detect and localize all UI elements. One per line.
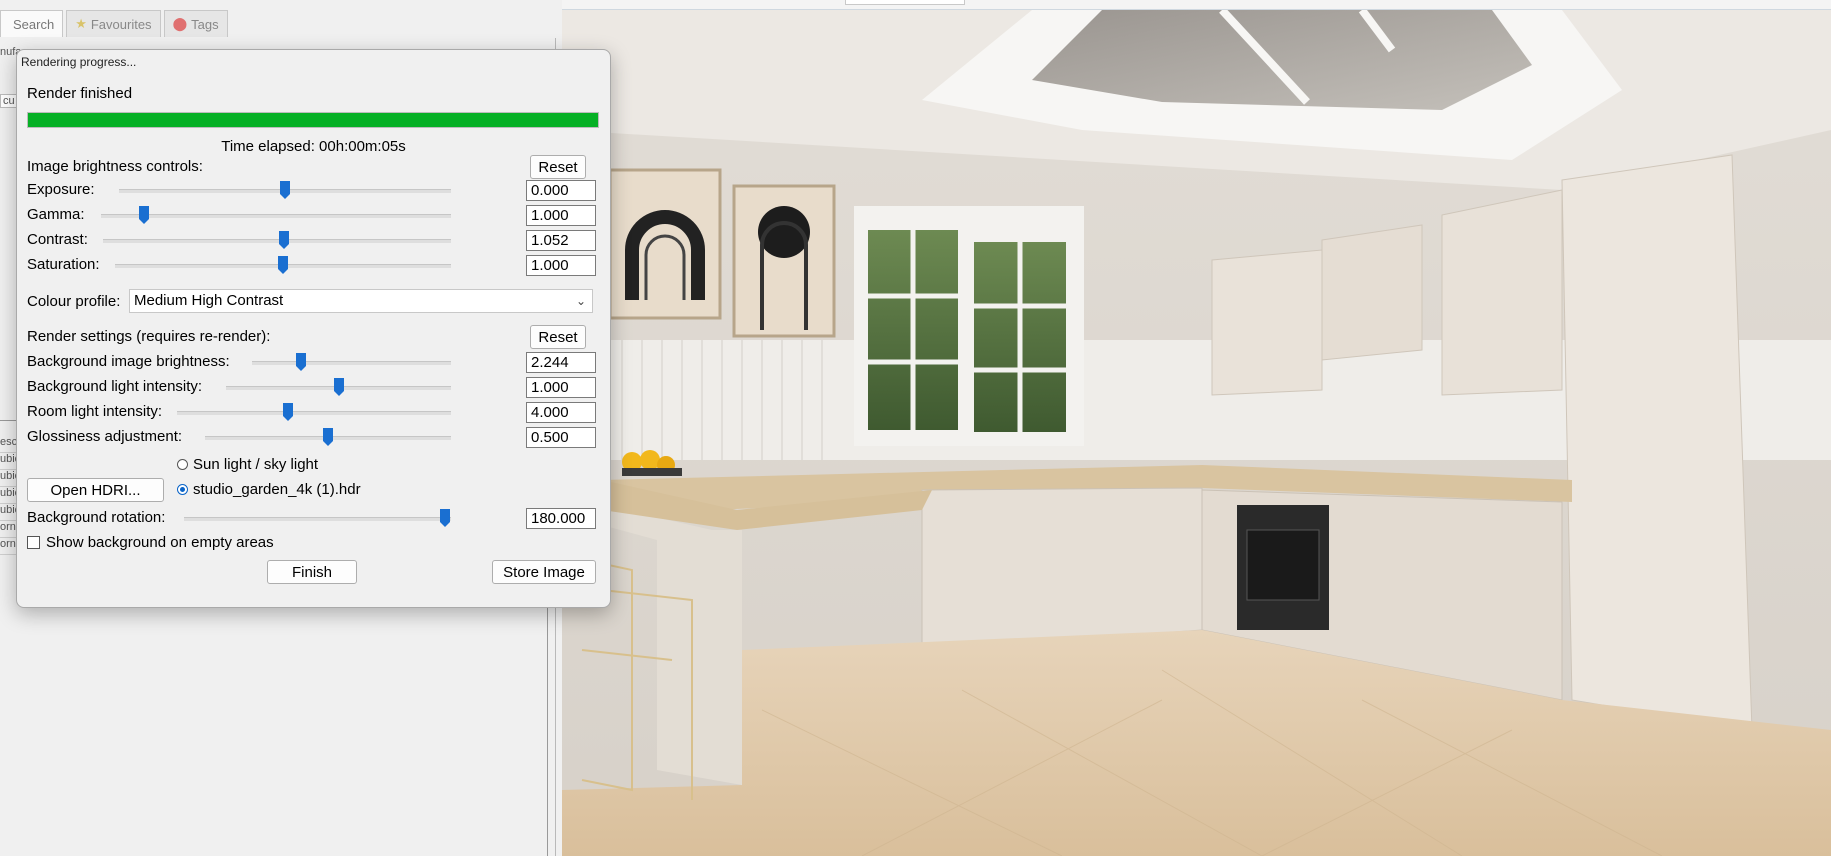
- bg-light-label: Background light intensity:: [27, 378, 203, 395]
- open-hdri-button[interactable]: Open HDRI...: [27, 478, 164, 502]
- glossiness-value[interactable]: 0.500: [526, 427, 596, 448]
- colour-profile-label: Colour profile:: [27, 293, 121, 310]
- room-light-label: Room light intensity:: [27, 403, 163, 420]
- gamma-slider[interactable]: [101, 205, 529, 225]
- room-light-value[interactable]: 4.000: [526, 402, 596, 423]
- bg-light-slider[interactable]: [226, 377, 529, 397]
- bg-brightness-slider[interactable]: [252, 352, 529, 372]
- contrast-label: Contrast:: [27, 231, 88, 248]
- chevron-down-icon: ⌄: [575, 294, 586, 308]
- slider-thumb[interactable]: [322, 427, 334, 447]
- rotation-label: Background rotation:: [27, 509, 166, 526]
- gamma-value[interactable]: 1.000: [526, 205, 596, 226]
- bg-brightness-label: Background image brightness:: [27, 353, 230, 370]
- glossiness-label: Glossiness adjustment:: [27, 428, 183, 445]
- bg-light-value[interactable]: 1.000: [526, 377, 596, 398]
- top-toolbar-strip: [562, 0, 1831, 10]
- show-background-checkbox[interactable]: [27, 536, 40, 549]
- top-toolbar-field[interactable]: [845, 0, 965, 5]
- slider-thumb[interactable]: [295, 352, 307, 372]
- contrast-value[interactable]: 1.052: [526, 230, 596, 251]
- tab-favourites-label: Favourites: [90, 16, 152, 32]
- tab-search[interactable]: Search: [0, 10, 64, 37]
- slider-thumb[interactable]: [439, 508, 451, 528]
- slider-thumb[interactable]: [333, 377, 345, 397]
- hdri-option[interactable]: studio_garden_4k (1).hdr: [177, 481, 361, 498]
- show-background-option[interactable]: Show background on empty areas: [27, 534, 274, 551]
- time-elapsed: Time elapsed: 00h:00m:05s: [221, 138, 406, 155]
- library-tabs: Search ★ Favourites ⬤ Tags: [0, 10, 231, 38]
- colour-profile-select[interactable]: Medium High Contrast ⌄: [129, 289, 593, 313]
- slider-thumb[interactable]: [278, 230, 290, 250]
- tab-tags-label: Tags: [191, 16, 219, 32]
- brightness-heading: Image brightness controls:: [27, 158, 203, 175]
- slider-thumb[interactable]: [282, 402, 294, 422]
- show-background-label: Show background on empty areas: [46, 534, 274, 551]
- slider-thumb[interactable]: [279, 180, 291, 200]
- slider-thumb[interactable]: [277, 255, 289, 275]
- tag-icon: ⬤: [172, 16, 188, 31]
- contrast-slider[interactable]: [103, 230, 529, 250]
- star-icon: ★: [75, 16, 87, 31]
- rotation-value[interactable]: 180.000: [526, 508, 596, 529]
- sun-light-radio[interactable]: [177, 459, 188, 470]
- gamma-label: Gamma:: [27, 206, 85, 223]
- search-input-fragment[interactable]: cu: [0, 94, 18, 108]
- rotation-slider[interactable]: [184, 508, 529, 528]
- tab-favourites[interactable]: ★ Favourites: [66, 10, 161, 37]
- saturation-label: Saturation:: [27, 256, 100, 273]
- bg-brightness-value[interactable]: 2.244: [526, 352, 596, 373]
- room-light-slider[interactable]: [177, 402, 529, 422]
- finish-button[interactable]: Finish: [267, 560, 357, 584]
- tab-tags[interactable]: ⬤ Tags: [163, 10, 228, 37]
- dialog-title: Rendering progress...: [21, 55, 137, 69]
- slider-thumb[interactable]: [138, 205, 150, 225]
- exposure-slider[interactable]: [119, 180, 529, 200]
- reset-render-button[interactable]: Reset: [530, 325, 586, 349]
- saturation-value[interactable]: 1.000: [526, 255, 596, 276]
- sun-light-label: Sun light / sky light: [193, 456, 319, 473]
- rendering-progress-dialog: Rendering progress... Render finished Ti…: [16, 49, 611, 608]
- reset-brightness-button[interactable]: Reset: [530, 155, 586, 179]
- hdri-file-label: studio_garden_4k (1).hdr: [193, 481, 361, 498]
- hdri-radio[interactable]: [177, 484, 188, 495]
- colour-profile-value: Medium High Contrast: [134, 292, 284, 309]
- store-image-button[interactable]: Store Image: [492, 560, 596, 584]
- progress-bar: [27, 112, 599, 128]
- tab-search-label: Search: [13, 16, 55, 32]
- progress-bar-fill: [28, 113, 598, 127]
- exposure-label: Exposure:: [27, 181, 95, 198]
- render-status: Render finished: [27, 85, 133, 102]
- saturation-slider[interactable]: [115, 255, 529, 275]
- glossiness-slider[interactable]: [205, 427, 529, 447]
- rendered-kitchen-image: [562, 10, 1831, 856]
- render-settings-heading: Render settings (requires re-render):: [27, 328, 271, 345]
- exposure-value[interactable]: 0.000: [526, 180, 596, 201]
- sun-light-option[interactable]: Sun light / sky light: [177, 456, 318, 473]
